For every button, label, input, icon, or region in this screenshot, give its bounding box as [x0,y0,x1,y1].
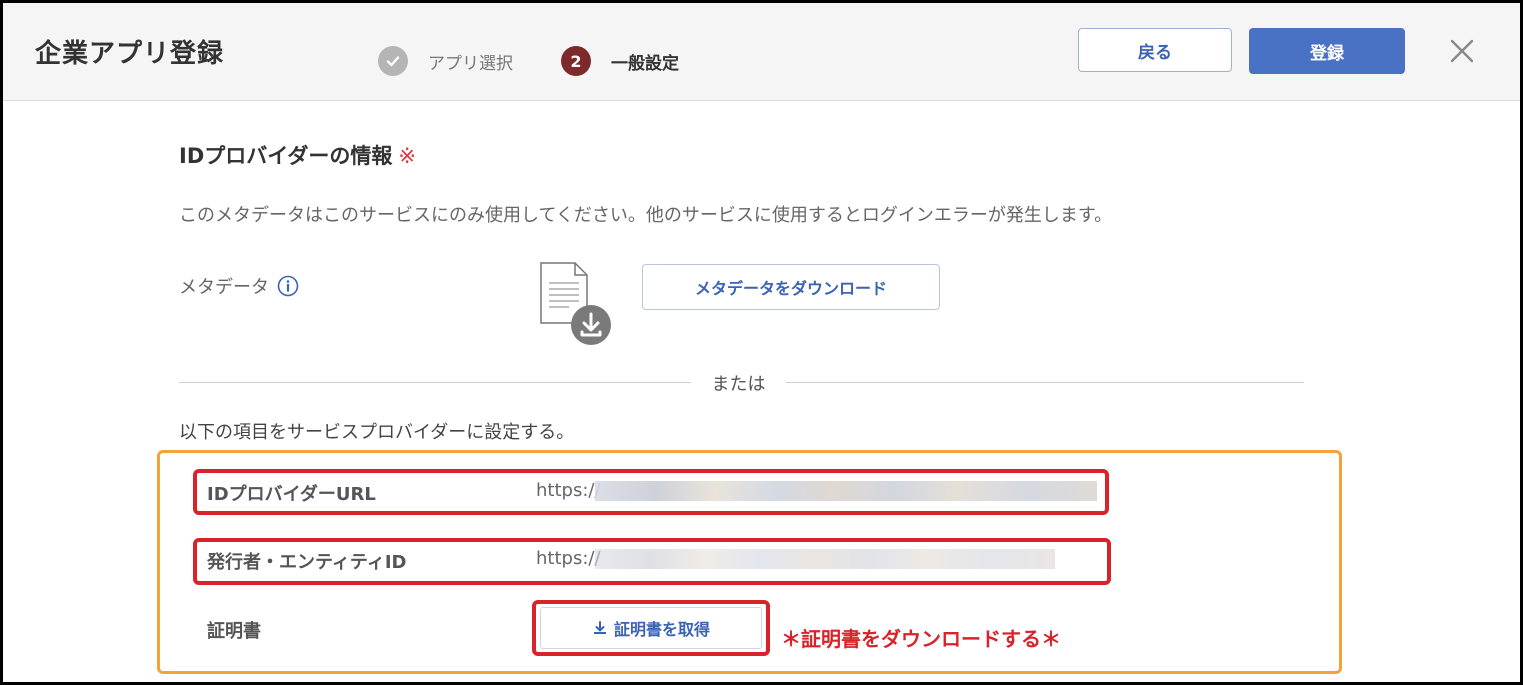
section-title: IDプロバイダーの情報 ※ [179,144,417,168]
download-icon [592,620,608,636]
metadata-label-row: メタデータ [179,273,299,299]
get-certificate-button[interactable]: 証明書を取得 [540,607,762,649]
check-icon [378,46,408,76]
annotation-note: ＊証明書をダウンロードする＊ [781,627,1061,651]
document-download-icon [535,261,615,347]
idp-url-value[interactable]: https:// [536,480,601,501]
info-icon[interactable] [277,275,299,297]
header-bar: 企業アプリ登録 アプリ選択 2 一般設定 戻る 登録 [3,3,1520,101]
step-general-settings: 2 一般設定 [561,46,679,76]
step-number: 2 [561,46,591,76]
divider-right [786,382,1304,383]
close-icon[interactable] [1447,36,1477,66]
step-label: アプリ選択 [428,53,513,74]
back-button[interactable]: 戻る [1078,28,1232,72]
idp-url-label: IDプロバイダーURL [207,484,376,505]
setting-instruction: 以下の項目をサービスプロバイダーに設定する。 [179,422,575,443]
or-separator: または [711,374,766,395]
redacted-idp-url [595,481,1097,501]
step-app-select: アプリ選択 [378,46,513,76]
app-frame: 企業アプリ登録 アプリ選択 2 一般設定 戻る 登録 IDプロバイダーの情報 ※ … [3,3,1520,682]
metadata-description: このメタデータはこのサービスにのみ使用してください。他のサービスに使用するとログ… [179,205,1113,226]
metadata-label: メタデータ [179,277,269,298]
download-metadata-button[interactable]: メタデータをダウンロード [642,264,940,310]
redacted-issuer-id [595,549,1055,569]
issuer-id-label: 発行者・エンティティID [207,552,407,573]
get-certificate-label: 証明書を取得 [613,620,710,639]
step-label: 一般設定 [611,53,679,74]
register-button[interactable]: 登録 [1249,28,1405,74]
page-title: 企業アプリ登録 [35,39,225,69]
issuer-id-value[interactable]: https:// [536,548,601,569]
divider-left [179,382,691,383]
certificate-label: 証明書 [207,621,261,642]
required-mark: ※ [398,144,417,168]
